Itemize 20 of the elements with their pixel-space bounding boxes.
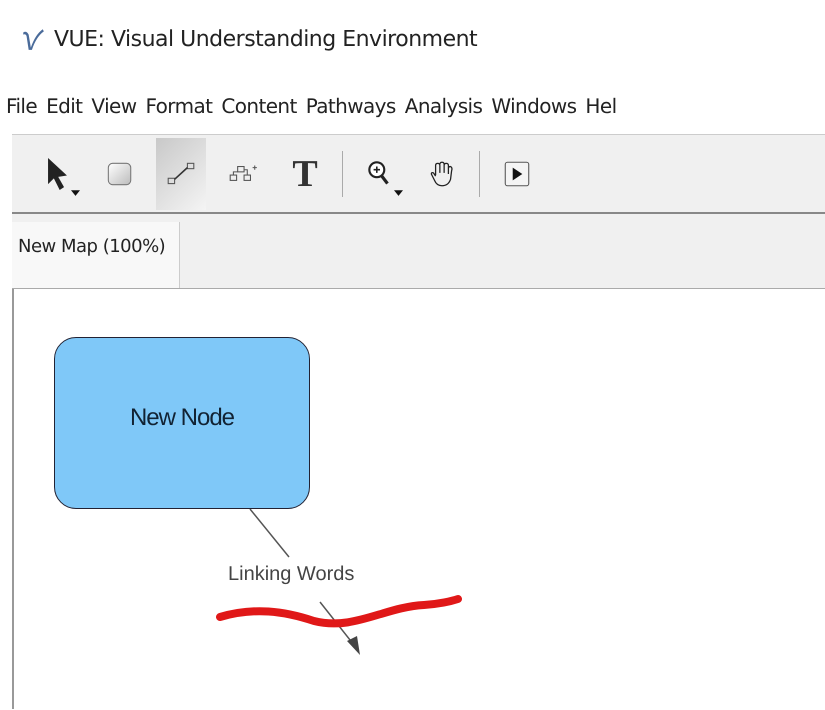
menu-item[interactable]: Analysis — [404, 94, 482, 118]
menu-item[interactable]: Content — [221, 94, 297, 118]
link-tool-button[interactable] — [156, 138, 206, 210]
link-arrow — [319, 602, 360, 655]
window-title: VUE: Visual Understanding Environment — [54, 26, 478, 52]
menu-item[interactable]: Windows — [491, 94, 576, 118]
menu-item[interactable]: Edit — [46, 94, 82, 118]
menu-item[interactable]: Pathways — [306, 94, 396, 118]
menu-item[interactable]: Format — [145, 94, 212, 118]
pointer-icon — [48, 158, 66, 190]
caret-icon — [394, 190, 403, 196]
connector-line — [249, 508, 290, 558]
menu-item[interactable]: View — [91, 94, 136, 118]
menu-item[interactable]: Hel — [585, 94, 617, 118]
map-node[interactable]: New Node — [54, 337, 310, 509]
map-tab[interactable]: New Map (100%) — [12, 222, 180, 288]
link-label[interactable]: Linking Words — [228, 563, 354, 586]
text-tool-button[interactable]: T — [280, 138, 330, 210]
menu-item[interactable]: File — [6, 94, 38, 118]
caret-icon — [71, 190, 80, 196]
